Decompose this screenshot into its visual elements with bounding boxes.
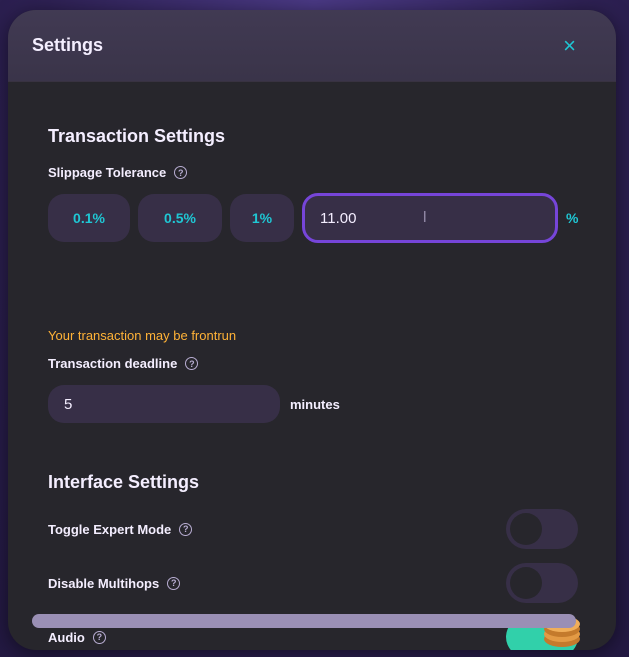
multihops-label: Disable Multihops — [48, 575, 160, 591]
slippage-unit: % — [566, 210, 579, 226]
settings-modal: Settings × Transaction Settings Slippage… — [8, 10, 616, 650]
deadline-label-row: Transaction deadline ? — [48, 356, 199, 371]
slippage-option-1[interactable]: 1% — [230, 194, 294, 242]
interface-settings-title: Interface Settings — [48, 472, 200, 492]
modal-body: Transaction Settings Slippage Tolerance … — [8, 82, 616, 650]
expert-mode-toggle[interactable] — [506, 509, 578, 549]
modal-header: Settings × — [8, 10, 616, 82]
question-circle-icon[interactable]: ? — [179, 522, 193, 536]
close-icon[interactable]: × — [563, 34, 576, 57]
question-circle-icon[interactable]: ? — [167, 576, 181, 590]
text-cursor-icon: I — [422, 209, 427, 226]
expert-mode-row: Toggle Expert Mode ? — [48, 509, 578, 549]
horizontal-scrollbar[interactable] — [32, 614, 576, 628]
slippage-option-0-1[interactable]: 0.1% — [48, 194, 130, 242]
transaction-settings-title: Transaction Settings — [48, 126, 226, 146]
deadline-input[interactable]: 5 — [48, 385, 280, 423]
deadline-label: Transaction deadline — [48, 356, 178, 371]
question-circle-icon[interactable]: ? — [185, 357, 199, 370]
multihops-toggle[interactable] — [506, 563, 578, 603]
frontrun-warning: Your transaction may be frontrun — [48, 328, 237, 343]
slippage-option-0-5[interactable]: 0.5% — [138, 194, 222, 242]
expert-mode-label: Toggle Expert Mode — [48, 521, 172, 537]
multihops-row: Disable Multihops ? — [48, 563, 578, 603]
slippage-options: 0.1% 0.5% 1% 11.00 I % — [48, 193, 578, 243]
audio-label: Audio — [48, 629, 85, 645]
deadline-unit: minutes — [290, 396, 340, 412]
toggle-knob — [510, 567, 542, 599]
slippage-input-value: 11.00 — [320, 209, 357, 227]
slippage-input[interactable]: 11.00 I — [302, 193, 558, 243]
deadline-row: 5 minutes — [48, 385, 340, 423]
toggle-knob — [510, 513, 542, 545]
question-circle-icon[interactable]: ? — [92, 630, 106, 644]
question-circle-icon[interactable]: ? — [174, 166, 188, 179]
slippage-label: Slippage Tolerance — [48, 165, 167, 180]
modal-title: Settings — [32, 35, 104, 55]
slippage-label-row: Slippage Tolerance ? — [48, 165, 576, 180]
